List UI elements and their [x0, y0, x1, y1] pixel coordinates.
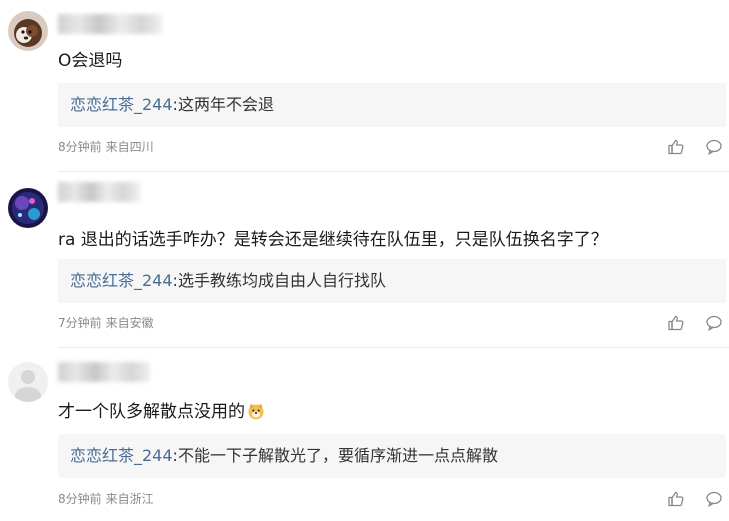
galaxy-avatar-image — [8, 188, 48, 228]
comment-meta: 8分钟前 来自四川 — [58, 139, 154, 155]
reply-username-link[interactable]: 恋恋红茶_244 — [70, 271, 173, 290]
reply-line: 恋恋红茶_244:选手教练均成自由人自行找队 — [70, 270, 386, 292]
comment-location: 来自四川 — [105, 140, 154, 154]
default-avatar-image — [8, 362, 48, 402]
reply-line: 恋恋红茶_244:这两年不会退 — [70, 94, 274, 116]
comment-text-content: 才一个队多解散点没用的 — [58, 402, 245, 422]
reply-text: 选手教练均成自由人自行找队 — [177, 271, 386, 290]
galaxy-avatar[interactable] — [8, 188, 48, 228]
comment-text: ra 退出的话选手咋办？是转会还是继续待在队伍里，只是队伍换名字了？ — [58, 230, 608, 250]
reply-line: 恋恋红茶_244:不能一下子解散光了，要循序渐进一点点解散 — [70, 445, 498, 467]
reply-username-link[interactable]: 恋恋红茶_244 — [70, 95, 173, 114]
comment-bubble-icon[interactable] — [705, 490, 723, 508]
thumbs-up-icon[interactable] — [667, 490, 685, 508]
reply-box[interactable]: 恋恋红茶_244:不能一下子解散光了，要循序渐进一点点解散 — [58, 434, 726, 478]
comment-location: 来自安徽 — [105, 316, 154, 330]
dog-avatar[interactable] — [8, 11, 48, 51]
reply-box[interactable]: 恋恋红茶_244:选手教练均成自由人自行找队 — [58, 259, 726, 303]
comment-item: 才一个队多解散点没用的 恋恋红茶_244:不能一下子解散光了，要循序渐进一点点解… — [0, 348, 729, 521]
username-redacted[interactable] — [58, 362, 150, 382]
reply-box[interactable]: 恋恋红茶_244:这两年不会退 — [58, 83, 726, 127]
comment-item: ra 退出的话选手咋办？是转会还是继续待在队伍里，只是队伍换名字了？ 恋恋红茶_… — [0, 172, 729, 348]
dog-avatar-image — [8, 11, 48, 51]
thumbs-up-icon[interactable] — [667, 314, 685, 332]
comment-time: 7分钟前 — [58, 316, 102, 330]
reply-text: 这两年不会退 — [177, 95, 274, 114]
comment-time: 8分钟前 — [58, 492, 102, 506]
thumbs-up-icon[interactable] — [667, 138, 685, 156]
username-redacted[interactable] — [58, 14, 162, 34]
default-avatar[interactable] — [8, 362, 48, 402]
comment-text: 才一个队多解散点没用的 — [58, 401, 265, 423]
comment-location: 来自浙江 — [105, 492, 154, 506]
comment-meta: 7分钟前 来自安徽 — [58, 315, 154, 331]
comment-time: 8分钟前 — [58, 140, 102, 154]
comment-meta: 8分钟前 来自浙江 — [58, 491, 154, 507]
comment-bubble-icon[interactable] — [705, 138, 723, 156]
username-redacted[interactable] — [58, 182, 140, 202]
comment-text: O会退吗 — [58, 51, 123, 71]
reply-username-link[interactable]: 恋恋红茶_244 — [70, 446, 173, 465]
reply-text: 不能一下子解散光了，要循序渐进一点点解散 — [177, 446, 498, 465]
doge-emoji-icon — [247, 402, 265, 420]
comment-item: O会退吗 恋恋红茶_244:这两年不会退 8分钟前 来自四川 — [0, 0, 729, 172]
comment-bubble-icon[interactable] — [705, 314, 723, 332]
